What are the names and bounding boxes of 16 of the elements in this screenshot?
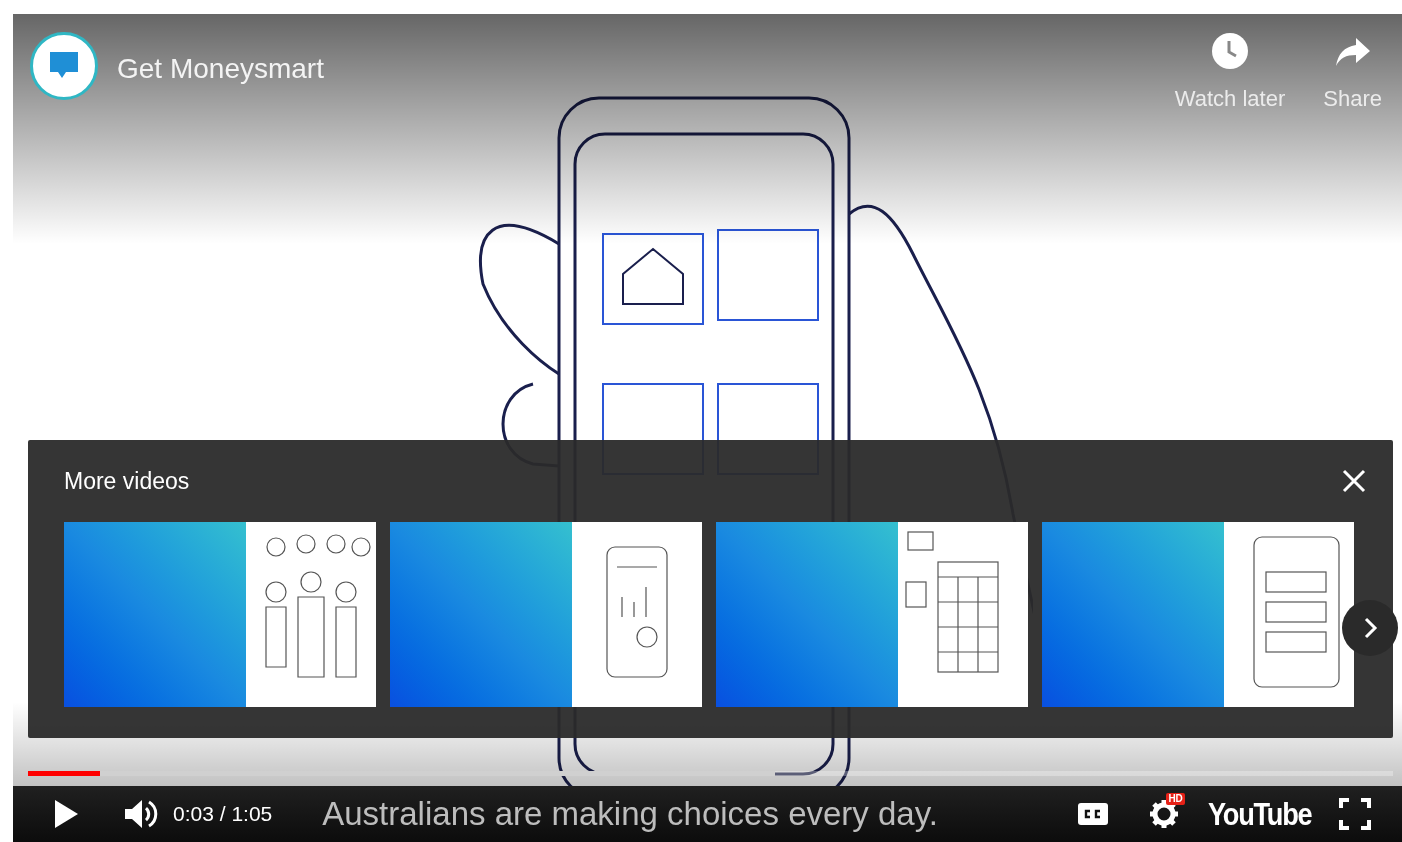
progress-bar[interactable] bbox=[28, 771, 1393, 776]
video-thumbnail[interactable] bbox=[1042, 522, 1354, 707]
time-display: 0:03 / 1:05 bbox=[173, 801, 273, 828]
clock-icon bbox=[1211, 32, 1250, 70]
panel-title: More videos bbox=[64, 466, 190, 496]
captions-button[interactable] bbox=[1078, 803, 1109, 825]
video-thumbnail[interactable] bbox=[390, 522, 702, 707]
caption-text: Australians are making choices every day. bbox=[322, 794, 938, 835]
watch-later-button[interactable]: Watch later bbox=[1174, 32, 1286, 115]
fullscreen-button[interactable] bbox=[1338, 797, 1372, 831]
video-thumbnail[interactable] bbox=[64, 522, 376, 707]
brand-logo[interactable]: YouTube bbox=[1208, 790, 1312, 838]
video-thumbnail[interactable] bbox=[716, 522, 1028, 707]
share-button[interactable]: Share bbox=[1323, 32, 1382, 115]
hd-badge: HD bbox=[1166, 793, 1185, 805]
channel-title[interactable]: Get Moneysmart bbox=[117, 52, 324, 86]
